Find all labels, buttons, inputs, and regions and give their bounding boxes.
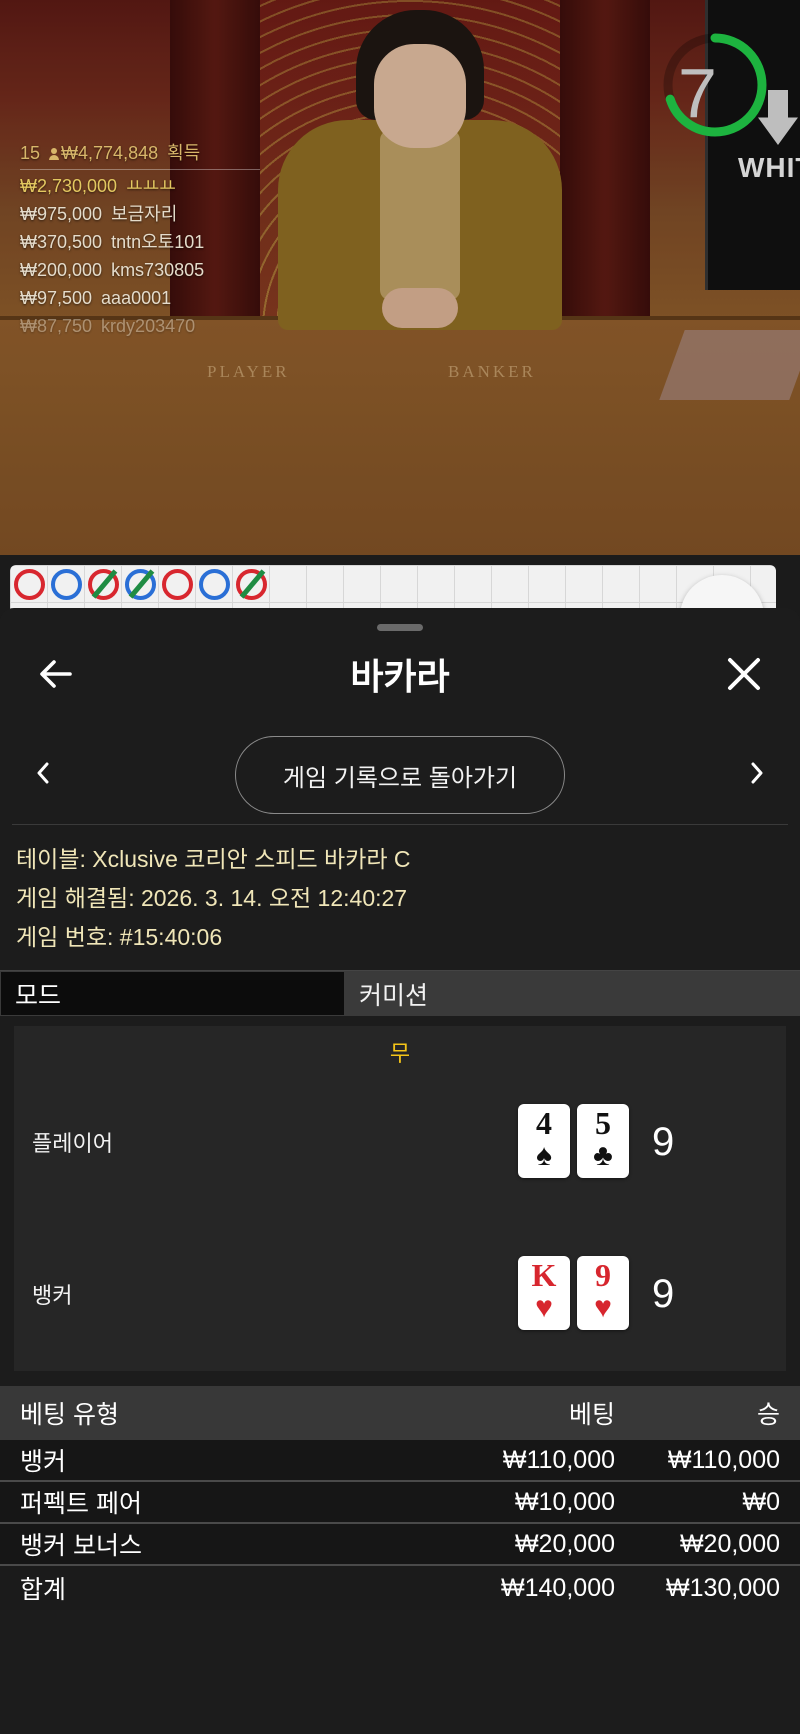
- player-label: 플레이어: [32, 1131, 113, 1156]
- playing-card: K ♥: [518, 1256, 570, 1330]
- playing-card: 4 ♠: [518, 1104, 570, 1178]
- tab-commission[interactable]: 커미션: [345, 971, 800, 1016]
- outcome-label: 무: [389, 1041, 411, 1066]
- table-row: 뱅커 ₩110,000 ₩110,000: [0, 1440, 800, 1482]
- banker-tie-bead: [88, 569, 119, 600]
- winner-row: ₩87,750 krdy203470: [20, 316, 196, 336]
- banker-tie-bead: [236, 569, 267, 600]
- chevron-right-icon[interactable]: [742, 748, 772, 798]
- player-bead: [199, 569, 230, 600]
- player-total: 9: [652, 1120, 675, 1164]
- bets-header: 베팅 유형 베팅 승: [0, 1386, 800, 1440]
- round-result: 무 플레이어 4 ♠ 5 ♣ 9 뱅커 K ♥ 9 ♥ 9: [14, 1026, 786, 1371]
- table-row: 뱅커 보너스 ₩20,000 ₩20,000: [0, 1524, 800, 1566]
- winner-row: ₩370,500 tntn오토101: [20, 232, 205, 252]
- winner-row: ₩2,730,000 ㅛㅛㅛ: [20, 176, 176, 196]
- player-hand: 플레이어 4 ♠ 5 ♣ 9: [32, 1104, 772, 1184]
- banker-bead: [14, 569, 45, 600]
- winner-row: ₩200,000 kms730805: [20, 260, 205, 280]
- banker-total: 9: [652, 1272, 675, 1316]
- bets-table: 베팅 유형 베팅 승 뱅커 ₩110,000 ₩110,000 퍼펙트 페어 ₩10,…: [0, 1386, 800, 1610]
- winners-suffix: 획득: [167, 143, 201, 163]
- winners-total: ₩4,774,848: [61, 143, 159, 163]
- close-icon[interactable]: [722, 652, 766, 696]
- back-to-history-button[interactable]: 게임 기록으로 돌아가기: [235, 736, 565, 814]
- total-row: 합계 ₩140,000 ₩130,000: [0, 1566, 800, 1610]
- playing-card: 9 ♥: [577, 1256, 629, 1330]
- game-number: 게임 번호: #15:40:06: [16, 924, 223, 950]
- winners-count: 15: [20, 143, 41, 163]
- table-name: 테이블: Xclusive 코리안 스피드 바카라 C: [16, 846, 411, 872]
- winners-header: 15 ₩4,774,848 획득: [20, 139, 260, 167]
- tab-mode[interactable]: 모드: [0, 971, 345, 1016]
- game-detail-sheet: 바카라 게임 기록으로 돌아가기 테이블: Xclusive 코리안 스피드 바…: [0, 608, 800, 1734]
- person-icon: [49, 147, 60, 160]
- game-info: 테이블: Xclusive 코리안 스피드 바카라 C 게임 해결됨: 2026…: [16, 840, 411, 957]
- resolved-time: 게임 해결됨: 2026. 3. 14. 오전 12:40:27: [16, 885, 408, 911]
- sheet-grabber[interactable]: [377, 624, 423, 631]
- sheet-title: 바카라: [350, 656, 450, 697]
- divider: [20, 169, 260, 170]
- table-row: 퍼펙트 페어 ₩10,000 ₩0: [0, 1482, 800, 1524]
- tabs: 모드 커미션: [0, 970, 800, 1016]
- banker-hand: 뱅커 K ♥ 9 ♥ 9: [32, 1256, 772, 1336]
- player-tie-bead: [125, 569, 156, 600]
- live-video: PLAYER BANKER WHIT 7 15 ₩4,774,848 획득 ₩2…: [0, 0, 800, 555]
- player-bead: [51, 569, 82, 600]
- playing-card: 5 ♣: [577, 1104, 629, 1178]
- winner-row: ₩975,000 보금자리: [20, 204, 178, 224]
- banker-bead: [162, 569, 193, 600]
- chevron-left-icon[interactable]: [28, 748, 58, 798]
- winners-list: 15 ₩4,774,848 획득 ₩2,730,000 ㅛㅛㅛ ₩975,000 보…: [20, 139, 260, 340]
- winner-row: ₩97,500 aaa0001: [20, 288, 172, 308]
- banker-label: 뱅커: [32, 1283, 73, 1308]
- countdown-value: 7: [678, 54, 717, 132]
- divider: [12, 824, 788, 825]
